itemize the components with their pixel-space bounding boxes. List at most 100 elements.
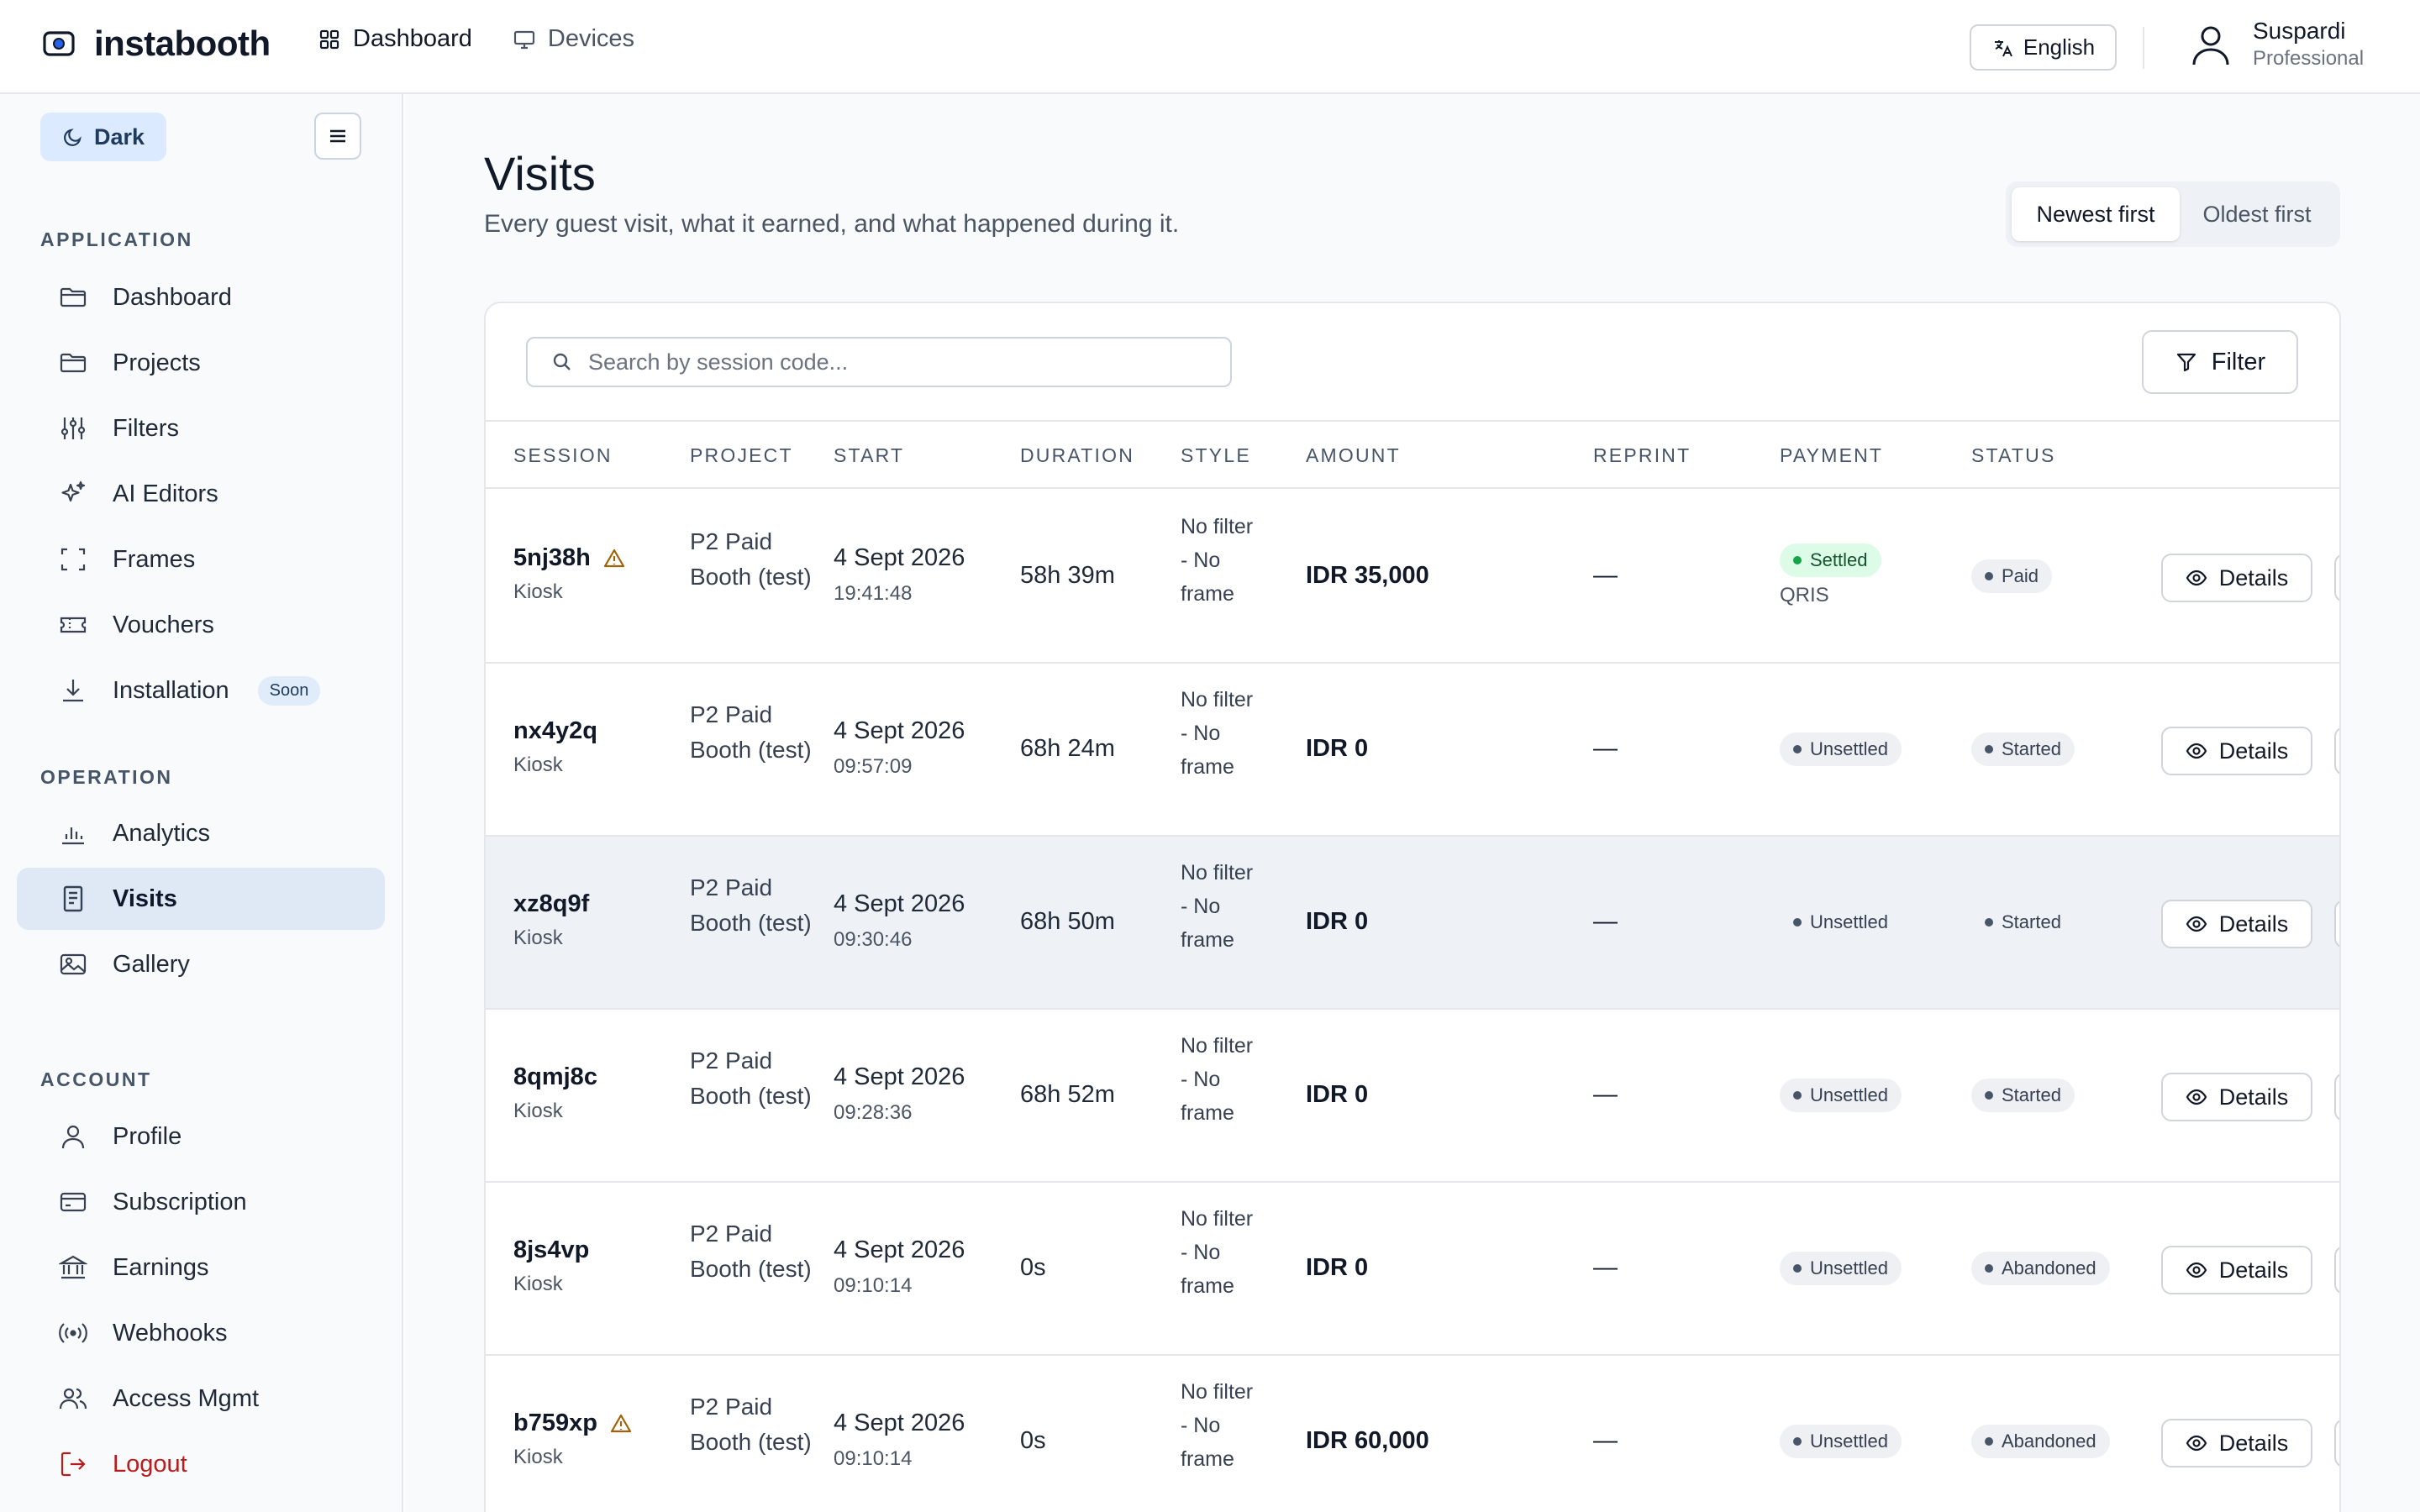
sidebar-item-access-mgmt[interactable]: Access Mgmt <box>17 1368 385 1430</box>
theme-label: Dark <box>93 123 145 150</box>
sort-oldest-first[interactable]: Oldest first <box>2180 187 2334 241</box>
details-button[interactable]: Details <box>2161 1419 2312 1467</box>
row-more-button[interactable] <box>2334 727 2339 775</box>
sort-newest-first[interactable]: Newest first <box>2012 187 2180 241</box>
row-more-button[interactable] <box>2334 900 2339 948</box>
sidebar-item-webhooks[interactable]: Webhooks <box>17 1302 385 1364</box>
status-dot <box>1985 918 1993 927</box>
project-name: P2 Paid Booth (test) <box>690 528 812 590</box>
status-dot <box>1793 556 1802 564</box>
reprint-value: — <box>1593 735 1618 762</box>
col-style[interactable]: STYLE <box>1181 444 1251 467</box>
brand[interactable]: instabooth <box>42 24 271 64</box>
table-row[interactable]: 5nj38h Kiosk P2 Paid Booth (test) 4 Sept 20… <box>486 491 2339 664</box>
topnav-devices[interactable]: Devices <box>513 25 634 53</box>
session-code[interactable]: 5nj38h <box>513 544 591 572</box>
sidebar-item-logout[interactable]: Logout <box>17 1433 385 1495</box>
sidebar-item-ai-editors[interactable]: AI Editors <box>17 463 385 525</box>
style-value: No filter - No frame <box>1181 1380 1254 1471</box>
soon-badge: Soon <box>257 675 321 706</box>
topnav-dashboard[interactable]: Dashboard <box>318 25 472 53</box>
col-start[interactable]: START <box>834 444 904 467</box>
sidebar-item-projects[interactable]: Projects <box>17 332 385 394</box>
section-application: APPLICATION <box>40 228 193 250</box>
eye-icon <box>2186 1086 2219 1108</box>
amount: IDR 0 <box>1306 908 1369 935</box>
start-time: 09:10:14 <box>834 1447 913 1470</box>
top-bar: instabooth Dashboard Devices English Sus… <box>0 0 2420 94</box>
duration: 68h 52m <box>1020 1081 1115 1108</box>
row-more-button[interactable] <box>2334 554 2339 602</box>
eye-icon <box>2186 567 2219 589</box>
sidebar-item-vouchers[interactable]: Vouchers <box>17 594 385 656</box>
status-dot <box>1985 1264 1993 1273</box>
sidebar-item-profile[interactable]: Profile <box>17 1105 385 1168</box>
table-row[interactable]: 8qmj8c Kiosk P2 Paid Booth (test) 4 Sept 20… <box>486 1010 2339 1183</box>
col-duration[interactable]: DURATION <box>1020 444 1134 467</box>
sidebar-item-subscription[interactable]: Subscription <box>17 1171 385 1233</box>
project-name: P2 Paid Booth (test) <box>690 1047 812 1109</box>
sidebar-collapse-button[interactable] <box>314 113 361 160</box>
details-label: Details <box>2218 1257 2289 1283</box>
col-reprint[interactable]: REPRINT <box>1593 444 1691 467</box>
camera-logo-icon <box>42 27 76 60</box>
details-label: Details <box>2218 1084 2289 1110</box>
details-button[interactable]: Details <box>2161 1073 2312 1121</box>
sidebar-item-gallery[interactable]: Gallery <box>17 933 385 995</box>
section-operation: OPERATION <box>40 766 173 788</box>
session-code[interactable]: nx4y2q <box>513 717 597 745</box>
col-status[interactable]: STATUS <box>1971 444 2056 467</box>
payment-label: Unsettled <box>1810 911 1888 932</box>
sidebar-item-dashboard[interactable]: Dashboard <box>17 266 385 328</box>
translate-icon <box>1991 36 2023 60</box>
session-code[interactable]: b759xp <box>513 1410 597 1437</box>
sidebar-item-filters[interactable]: Filters <box>17 397 385 459</box>
details-button[interactable]: Details <box>2161 727 2312 775</box>
sidebar-item-frames[interactable]: Frames <box>17 528 385 591</box>
row-more-button[interactable] <box>2334 1419 2339 1467</box>
sidebar-item-analytics[interactable]: Analytics <box>17 802 385 864</box>
payment-label: Unsettled <box>1810 1084 1888 1105</box>
sidebar-item-visits[interactable]: Visits <box>17 868 385 930</box>
page-title: Visits <box>484 147 596 200</box>
start-date: 4 Sept 2026 <box>834 1236 965 1263</box>
user-icon <box>59 1122 113 1151</box>
table-row[interactable]: 8js4vp Kiosk P2 Paid Booth (test) 4 Sept 20… <box>486 1183 2339 1356</box>
language-button[interactable]: English <box>1970 24 2117 71</box>
bar-chart-icon <box>59 819 113 848</box>
payment-label: Unsettled <box>1810 738 1888 759</box>
filter-button[interactable]: Filter <box>2142 330 2298 394</box>
sidebar-item-installation[interactable]: Installation Soon <box>17 659 385 722</box>
status-dot <box>1793 1264 1802 1273</box>
row-more-button[interactable] <box>2334 1073 2339 1121</box>
status-dot <box>1985 1091 1993 1100</box>
session-code[interactable]: 8js4vp <box>513 1236 589 1264</box>
monitor-icon <box>513 28 548 51</box>
status-dot <box>1985 745 1993 753</box>
topnav-dashboard-label: Dashboard <box>353 25 472 52</box>
table-row[interactable]: xz8q9f Kiosk P2 Paid Booth (test) 4 Sept 20… <box>486 837 2339 1010</box>
user-menu[interactable]: Suspardi Professional <box>2187 17 2364 72</box>
details-button[interactable]: Details <box>2161 1246 2312 1294</box>
row-more-button[interactable] <box>2334 1246 2339 1294</box>
col-session[interactable]: SESSION <box>513 444 613 467</box>
col-project[interactable]: PROJECT <box>690 444 793 467</box>
document-list-icon <box>59 885 113 913</box>
details-label: Details <box>2218 738 2289 764</box>
theme-toggle-button[interactable]: Dark <box>40 113 166 161</box>
menu-icon <box>326 124 350 148</box>
details-button[interactable]: Details <box>2161 900 2312 948</box>
col-amount[interactable]: AMOUNT <box>1306 444 1401 467</box>
table-row[interactable]: nx4y2q Kiosk P2 Paid Booth (test) 4 Sept 20… <box>486 664 2339 837</box>
table-row[interactable]: b759xp Kiosk P2 Paid Booth (test) 4 Sept 20… <box>486 1356 2339 1512</box>
col-payment[interactable]: PAYMENT <box>1780 444 1883 467</box>
sidebar-item-label: Projects <box>113 349 201 376</box>
logout-icon <box>59 1450 113 1478</box>
payment-badge: Unsettled <box>1780 732 1902 766</box>
session-code[interactable]: 8qmj8c <box>513 1063 597 1091</box>
search-input[interactable] <box>588 349 1210 375</box>
session-code[interactable]: xz8q9f <box>513 890 589 918</box>
sidebar-item-earnings[interactable]: Earnings <box>17 1236 385 1299</box>
user-avatar-icon <box>2187 21 2234 68</box>
details-button[interactable]: Details <box>2161 554 2312 602</box>
